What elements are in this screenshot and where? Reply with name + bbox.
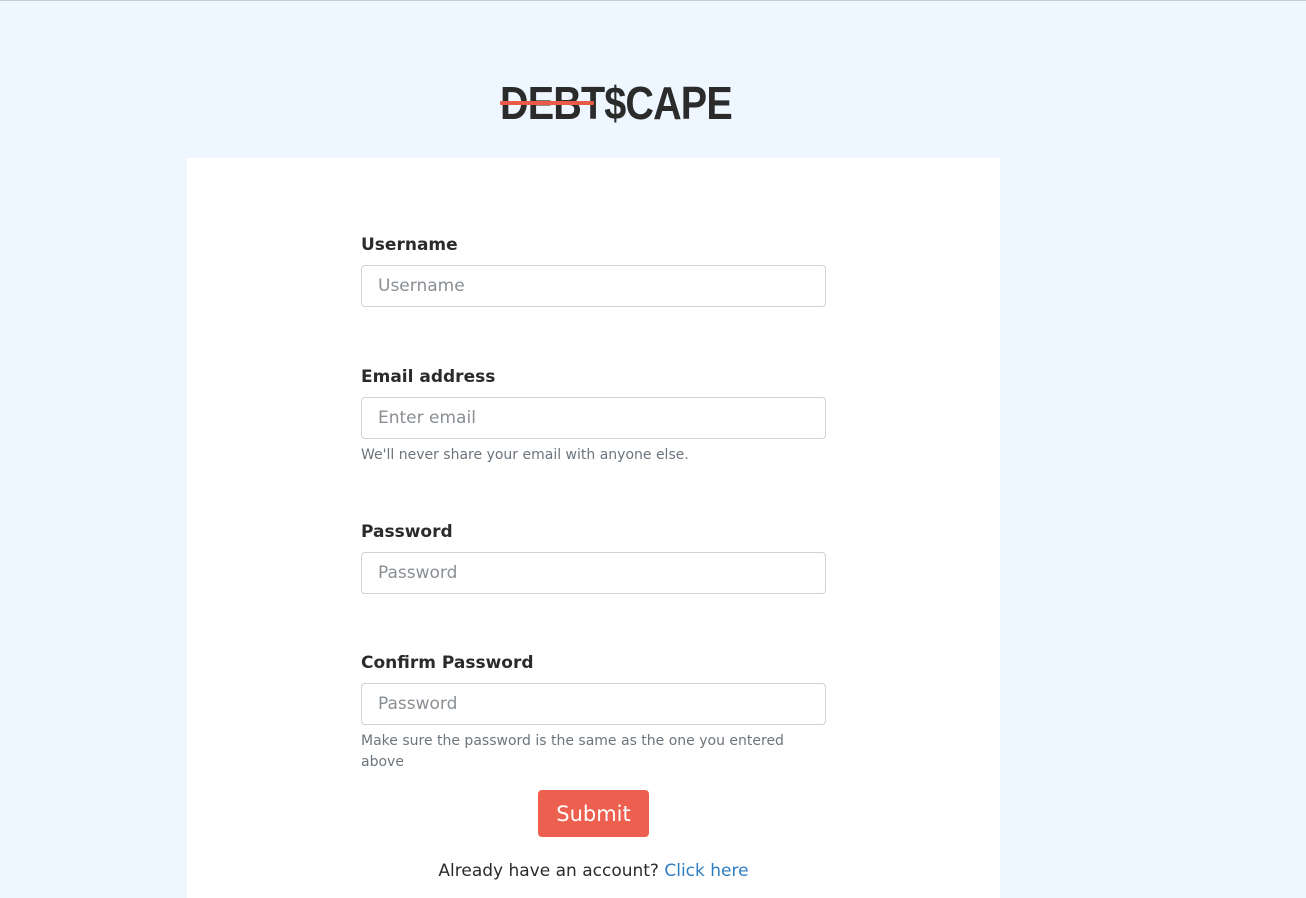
email-help-text: We'll never share your email with anyone… — [361, 447, 689, 463]
signup-card: Username Email address We'll never share… — [187, 158, 1000, 898]
confirm-password-input[interactable] — [361, 683, 826, 725]
email-label: Email address — [361, 367, 496, 387]
signin-link[interactable]: Click here — [664, 861, 748, 881]
confirm-password-help-text: Make sure the password is the same as th… — [361, 733, 784, 770]
brand-logo: DEBT$CAPE — [500, 77, 733, 129]
signin-prompt-text: Already have an account? — [438, 861, 659, 881]
email-group: Email address We'll never share your ema… — [361, 366, 826, 466]
submit-button[interactable]: Submit — [538, 790, 649, 837]
signin-prompt: Already have an account? Click here — [187, 861, 1000, 881]
logo-strike-line — [500, 101, 594, 105]
password-group: Password — [361, 521, 826, 594]
username-group: Username — [361, 234, 826, 307]
password-input[interactable] — [361, 552, 826, 594]
username-input[interactable] — [361, 265, 826, 307]
confirm-password-group: Confirm Password Make sure the password … — [361, 652, 826, 773]
username-label: Username — [361, 235, 458, 255]
email-input[interactable] — [361, 397, 826, 439]
confirm-password-label: Confirm Password — [361, 653, 534, 673]
password-label: Password — [361, 522, 453, 542]
